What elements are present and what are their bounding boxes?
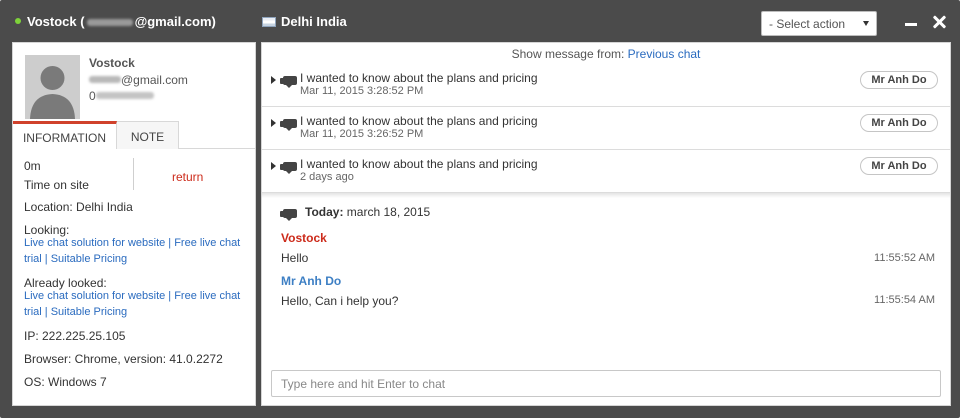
- title-bar: Vostock ( @gmail.com) Delhi India - Selec…: [0, 0, 960, 42]
- message-text: Hello, Can i help you?: [281, 294, 399, 308]
- message-time: 11:55:52 AM: [874, 252, 935, 264]
- visitor-email-suffix: @gmail.com: [121, 73, 188, 87]
- ip-info: IP: 222.225.25.105: [24, 329, 126, 343]
- select-action-value: - Select action: [769, 17, 846, 31]
- agent-badge: Mr Anh Do: [860, 114, 938, 132]
- looking-pages-links[interactable]: Live chat solution for website | Free li…: [24, 235, 244, 267]
- chat-bubble-icon: [280, 76, 297, 88]
- online-status-icon: [15, 18, 21, 24]
- chat-input[interactable]: [271, 370, 941, 397]
- agent-badge: Mr Anh Do: [860, 157, 938, 175]
- browser-info: Browser: Chrome, version: 41.0.2272: [24, 352, 223, 366]
- select-action-dropdown[interactable]: - Select action: [761, 11, 877, 36]
- message-sender-agent: Mr Anh Do: [281, 274, 342, 288]
- visitor-location-title: Delhi India: [281, 14, 347, 29]
- history-subject: I wanted to know about the plans and pri…: [300, 71, 538, 85]
- redacted-email: [86, 18, 133, 26]
- visitor-name: Vostock: [89, 56, 135, 70]
- chat-bubble-icon: [280, 119, 297, 131]
- today-date: march 18, 2015: [346, 205, 431, 219]
- history-divider: [262, 193, 950, 198]
- already-looked-pages-links[interactable]: Live chat solution for website | Free li…: [24, 288, 244, 320]
- expand-triangle-icon: [271, 162, 276, 170]
- avatar-icon: [25, 55, 80, 119]
- chat-history-row[interactable]: I wanted to know about the plans and pri…: [262, 150, 950, 193]
- visitor-email: @gmail.com: [89, 73, 188, 87]
- history-date: Mar 11, 2015 3:26:52 PM: [300, 128, 424, 140]
- redacted-phone: [95, 92, 154, 100]
- visitor-title: Vostock ( @gmail.com): [27, 14, 216, 29]
- caret-down-icon: [863, 21, 869, 26]
- time-on-site-label: Time on site: [24, 178, 89, 192]
- return-visits-link[interactable]: return: [172, 170, 203, 184]
- tab-note[interactable]: NOTE: [117, 121, 179, 149]
- visitor-title-prefix: Vostock (: [27, 14, 85, 29]
- today-header: Today: march 18, 2015: [305, 205, 430, 219]
- history-subject: I wanted to know about the plans and pri…: [300, 114, 538, 128]
- visitor-info-panel: Vostock @gmail.com 0 INFORMATION NOTE 0m…: [12, 42, 256, 406]
- visitor-title-suffix: @gmail.com): [134, 14, 216, 29]
- chat-panel: Show message from: Previous chat I wante…: [261, 42, 951, 406]
- history-date: Mar 11, 2015 3:28:52 PM: [300, 85, 424, 97]
- close-icon[interactable]: [931, 14, 947, 30]
- message-time: 11:55:54 AM: [874, 294, 935, 306]
- message-text: Hello: [281, 251, 309, 265]
- history-date: 2 days ago: [300, 171, 354, 183]
- visitor-phone-prefix: 0: [89, 89, 96, 103]
- chat-history-row[interactable]: I wanted to know about the plans and pri…: [262, 107, 950, 150]
- redacted-email-part: [89, 76, 121, 84]
- tab-information[interactable]: INFORMATION: [13, 121, 117, 149]
- visitor-phone: 0: [89, 89, 154, 103]
- show-message-bar: Show message from: Previous chat: [262, 47, 950, 61]
- info-tabs: INFORMATION NOTE: [13, 121, 255, 149]
- expand-triangle-icon: [271, 119, 276, 127]
- minimize-icon[interactable]: [905, 23, 917, 26]
- location-info: Location: Delhi India: [24, 200, 133, 214]
- chat-history-row[interactable]: I wanted to know about the plans and pri…: [262, 64, 950, 107]
- chat-bubble-icon: [280, 209, 297, 221]
- message-sender-visitor: Vostock: [281, 231, 327, 245]
- os-info: OS: Windows 7: [24, 375, 107, 389]
- today-label: Today:: [305, 205, 344, 219]
- previous-chat-link[interactable]: Previous chat: [628, 47, 701, 61]
- flag-icon: [262, 17, 276, 27]
- expand-triangle-icon: [271, 76, 276, 84]
- chat-bubble-icon: [280, 162, 297, 174]
- divider: [133, 158, 134, 190]
- time-on-site-value: 0m: [24, 159, 41, 173]
- agent-badge: Mr Anh Do: [860, 71, 938, 89]
- show-message-label: Show message from:: [511, 47, 625, 61]
- chat-window: Vostock ( @gmail.com) Delhi India - Selec…: [0, 0, 960, 418]
- history-subject: I wanted to know about the plans and pri…: [300, 157, 538, 171]
